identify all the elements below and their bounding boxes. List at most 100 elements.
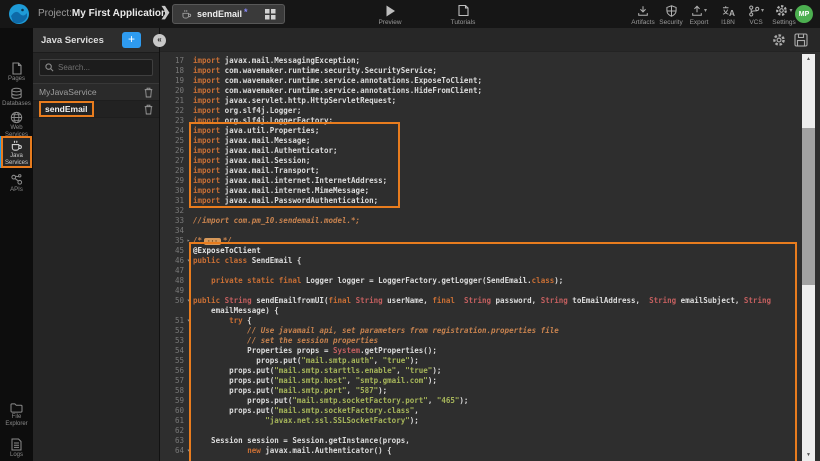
code-line[interactable]: 35▸/*···*/ (160, 236, 820, 246)
editor-settings-gear-icon[interactable] (772, 33, 786, 47)
project-name: My First Application (72, 8, 167, 19)
trash-icon[interactable] (144, 87, 153, 98)
sidebar-item-pages[interactable]: Pages (0, 62, 33, 83)
java-coffee-icon (0, 140, 33, 152)
save-file-icon[interactable] (794, 33, 808, 47)
code-editor: 17import javax.mail.MessagingException;1… (160, 28, 820, 461)
code-line[interactable]: 26import javax.mail.Authenticator; (160, 146, 820, 156)
code-line[interactable]: 58 props.put("mail.smtp.port", "587"); (160, 386, 820, 396)
chevron-down-icon: ▾ (789, 7, 792, 14)
vertical-scrollbar[interactable]: ▲ ▼ (802, 54, 815, 461)
wavemaker-ide: Project:My First Application ❯ sendEmail… (0, 0, 820, 461)
database-icon (0, 87, 33, 100)
breadcrumb-chevron-icon: ❯ (160, 4, 171, 20)
code-line[interactable]: 59 props.put("mail.smtp.socketFactory.po… (160, 396, 820, 406)
sidebar-item-apis[interactable]: APIs (0, 173, 33, 194)
service-row-sendemail[interactable]: sendEmail (33, 101, 159, 118)
globe-icon (0, 111, 33, 124)
code-line[interactable]: 47 (160, 266, 820, 276)
sidebar-item-java-services[interactable]: Java Services (0, 140, 33, 167)
sidebar-item-web-services[interactable]: Web Services (0, 111, 33, 139)
gear-icon (775, 4, 788, 17)
code-line[interactable]: 28import javax.mail.Transport; (160, 166, 820, 176)
code-line[interactable]: 32 (160, 206, 820, 216)
code-lines: 17import javax.mail.MessagingException;1… (160, 56, 820, 456)
tutorials-doc-icon (443, 4, 483, 17)
code-area[interactable]: 17import javax.mail.MessagingException;1… (160, 52, 820, 461)
code-line[interactable]: 33//import com.pm_10.sendemail.model.*; (160, 216, 820, 226)
logs-doc-icon (0, 438, 33, 451)
code-line[interactable]: 64▾ new javax.mail.Authenticator() { (160, 446, 820, 456)
service-row-myjavaservice[interactable]: MyJavaService (33, 84, 159, 101)
search-box (39, 59, 153, 76)
add-service-button[interactable]: + (122, 32, 141, 48)
scroll-up-arrow-icon[interactable]: ▲ (802, 54, 815, 65)
project-breadcrumb: Project:My First Application (38, 8, 167, 19)
code-line[interactable]: 50▾public String sendEmailfromUI(final S… (160, 296, 820, 306)
tab-label: sendEmail (197, 9, 242, 19)
code-line[interactable]: 63 Session session = Session.getInstance… (160, 436, 820, 446)
left-sidebar: Pages Databases Web Services (0, 28, 33, 461)
code-line[interactable]: 52 // Use javamail api, set parameters f… (160, 326, 820, 336)
java-services-panel: Java Services + « MyJavaService (33, 28, 160, 461)
code-line[interactable]: 60 props.put("mail.smtp.socketFactory.cl… (160, 406, 820, 416)
top-bar: Project:My First Application ❯ sendEmail… (0, 0, 820, 28)
service-list: MyJavaService sendEmail (33, 83, 159, 118)
svg-text:A: A (728, 8, 734, 17)
collapse-panel-button[interactable]: « (153, 34, 166, 47)
code-line[interactable]: 20import com.wavemaker.runtime.service.a… (160, 86, 820, 96)
code-line[interactable]: 34 (160, 226, 820, 236)
preview-button[interactable]: Preview (370, 4, 410, 26)
code-line[interactable]: 31import javax.mail.PasswordAuthenticati… (160, 196, 820, 206)
trash-icon[interactable] (144, 104, 153, 115)
code-line[interactable]: 29import javax.mail.internet.InternetAdd… (160, 176, 820, 186)
unsaved-indicator: * (244, 7, 248, 17)
code-line[interactable]: emailMessage) { (160, 306, 820, 316)
sidebar-item-file-explorer[interactable]: File Explorer (0, 402, 33, 428)
code-line[interactable]: 48 private static final Logger logger = … (160, 276, 820, 286)
code-line[interactable]: 22import org.slf4j.Logger; (160, 106, 820, 116)
chevron-down-icon: ▾ (704, 7, 707, 14)
tutorials-button[interactable]: Tutorials (443, 4, 483, 26)
java-service-icon (181, 9, 192, 20)
code-line[interactable]: 49 (160, 286, 820, 296)
folder-icon (0, 402, 33, 413)
code-line[interactable]: 27import javax.mail.Session; (160, 156, 820, 166)
search-icon (45, 63, 54, 72)
panel-header: Java Services + « (33, 28, 159, 53)
sidebar-item-databases[interactable]: Databases (0, 87, 33, 108)
tab-sendemail[interactable]: sendEmail * (172, 4, 285, 24)
code-line[interactable]: 53 // set the session properties (160, 336, 820, 346)
code-line[interactable]: 46▾public class SendEmail { (160, 256, 820, 266)
scrollbar-thumb[interactable] (802, 128, 815, 285)
code-line[interactable]: 23import org.slf4j.LoggerFactory; (160, 116, 820, 126)
page-icon (0, 62, 33, 75)
code-line[interactable]: 61 "javax.net.ssl.SSLSocketFactory"); (160, 416, 820, 426)
code-line[interactable]: 57 props.put("mail.smtp.host", "smtp.gma… (160, 376, 820, 386)
code-line[interactable]: 21import javax.servlet.http.HttpServletR… (160, 96, 820, 106)
branch-icon (748, 5, 760, 17)
api-nodes-icon (0, 173, 33, 186)
grid-icon[interactable] (265, 9, 276, 20)
sidebar-item-logs[interactable]: Logs (0, 438, 33, 459)
code-line[interactable]: 18import com.wavemaker.runtime.security.… (160, 66, 820, 76)
user-avatar[interactable]: MP (795, 5, 813, 23)
code-line[interactable]: 25import javax.mail.Message; (160, 136, 820, 146)
panel-title: Java Services (41, 35, 104, 46)
scroll-down-arrow-icon[interactable]: ▼ (802, 450, 815, 461)
search-input[interactable] (58, 63, 148, 72)
play-icon (370, 4, 410, 17)
code-line[interactable]: 17import javax.mail.MessagingException; (160, 56, 820, 66)
code-line[interactable]: 54 Properties props = System.getProperti… (160, 346, 820, 356)
code-line[interactable]: 51▾ try { (160, 316, 820, 326)
code-line[interactable]: 30import javax.mail.internet.MimeMessage… (160, 186, 820, 196)
export-upload-icon (691, 5, 703, 17)
code-line[interactable]: 62 (160, 426, 820, 436)
wavemaker-logo-icon[interactable] (8, 3, 30, 25)
code-line[interactable]: 55 props.put("mail.smtp.auth", "true"); (160, 356, 820, 366)
code-line[interactable]: 24import java.util.Properties; (160, 126, 820, 136)
code-line[interactable]: 19import com.wavemaker.runtime.service.a… (160, 76, 820, 86)
code-line[interactable]: 56 props.put("mail.smtp.starttls.enable"… (160, 366, 820, 376)
editor-toolbar (160, 28, 820, 52)
code-line[interactable]: 45@ExposeToClient (160, 246, 820, 256)
